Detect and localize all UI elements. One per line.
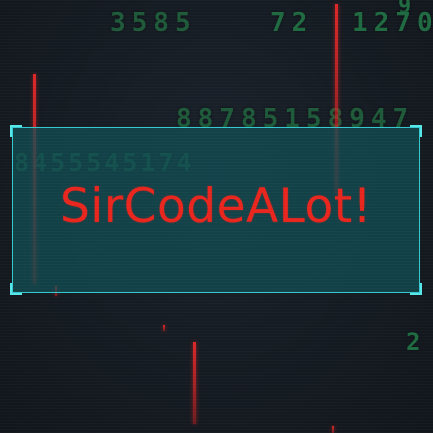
red-light-streak xyxy=(332,426,334,433)
corner-bracket-icon xyxy=(410,283,422,295)
banner-title: SirCodeALot! xyxy=(59,178,373,234)
red-light-streak xyxy=(193,342,196,424)
corner-bracket-icon xyxy=(410,125,422,137)
corner-bracket-icon xyxy=(10,125,22,137)
cover-scene: 3585 72 9 88785158947 8455545174 2 1270 … xyxy=(0,0,433,433)
corner-bracket-icon xyxy=(10,283,22,295)
matrix-digits-row: 3585 xyxy=(110,8,197,38)
matrix-digits-row: 2 xyxy=(406,328,421,356)
matrix-digits-row: 72 xyxy=(270,8,314,38)
matrix-digits-row: 1270 xyxy=(352,8,433,38)
red-light-streak xyxy=(163,325,165,331)
title-banner: SirCodeALot! xyxy=(10,125,422,295)
